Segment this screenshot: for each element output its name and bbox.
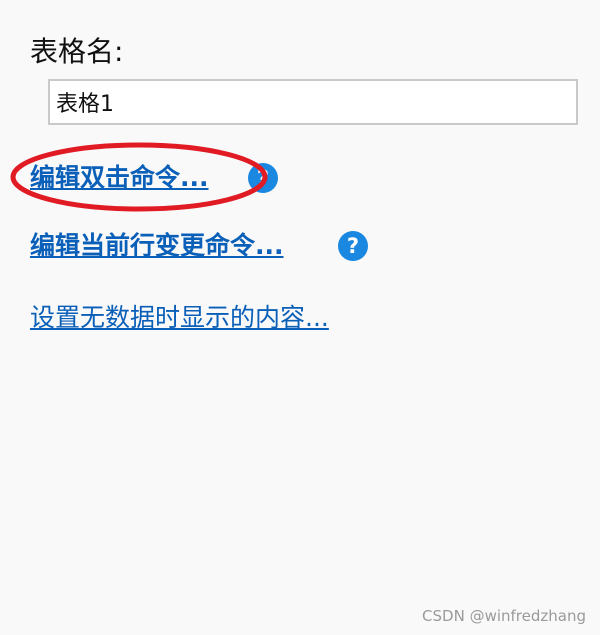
help-icon[interactable]: ? xyxy=(248,163,278,193)
set-empty-content-link[interactable]: 设置无数据时显示的内容... xyxy=(30,301,329,335)
table-name-input[interactable] xyxy=(48,79,578,125)
edit-row-change-command-link[interactable]: 编辑当前行变更命令... xyxy=(30,229,284,263)
table-name-label: 表格名: xyxy=(30,35,124,68)
watermark: CSDN @winfredzhang xyxy=(422,607,586,625)
properties-panel: 表格名: 编辑双击命令... ? 编辑当前行变更命令... ? 设置无数据时显示… xyxy=(0,0,600,635)
edit-double-click-command-link[interactable]: 编辑双击命令... xyxy=(30,161,209,195)
help-icon[interactable]: ? xyxy=(338,231,368,261)
